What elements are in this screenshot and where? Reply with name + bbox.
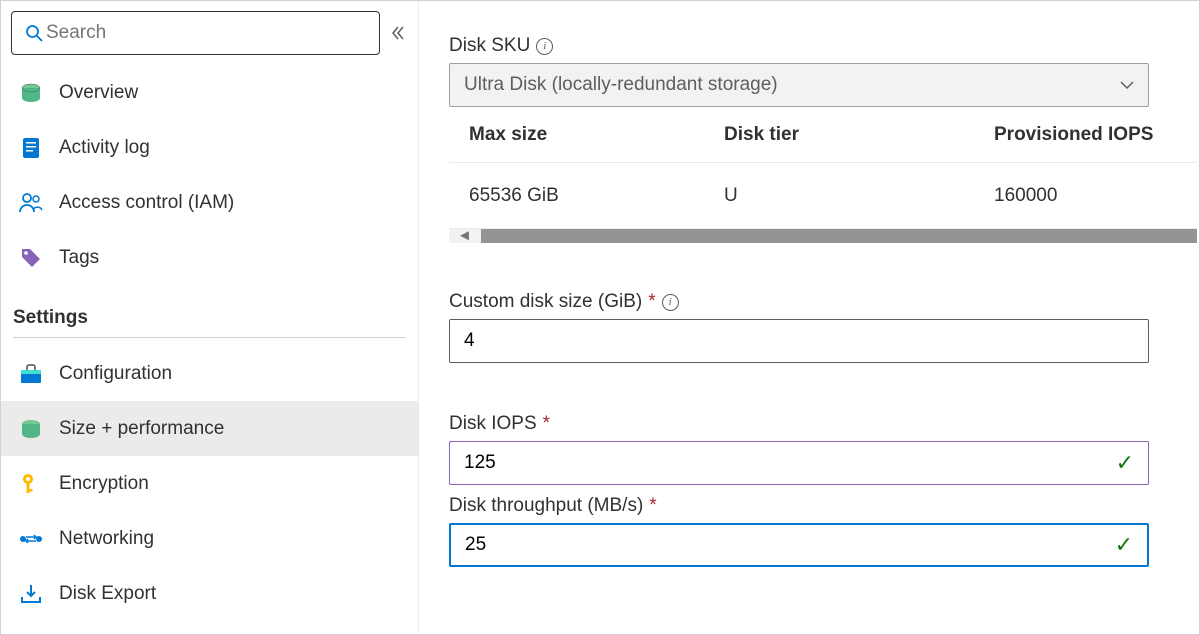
label-text: Disk IOPS xyxy=(449,413,537,435)
disk-icon xyxy=(19,417,43,441)
sidebar-item-label: Configuration xyxy=(59,363,172,385)
tag-icon xyxy=(19,246,43,270)
col-max-size: Max size xyxy=(469,124,724,146)
sku-table: Max size Disk tier Provisioned IOPS 6553… xyxy=(449,107,1197,229)
disk-icon xyxy=(19,81,43,105)
disk-sku-dropdown[interactable]: Ultra Disk (locally-redundant storage) xyxy=(449,63,1149,107)
disk-sku-label: Disk SKU i xyxy=(449,35,1194,57)
main-panel: Disk SKU i Ultra Disk (locally-redundant… xyxy=(419,1,1199,634)
sidebar-item-activity-log[interactable]: Activity log xyxy=(1,120,418,175)
cell-max-size: 65536 GiB xyxy=(469,185,724,207)
sidebar-item-size-performance[interactable]: Size + performance xyxy=(1,401,418,456)
log-icon xyxy=(19,136,43,160)
network-icon xyxy=(19,527,43,551)
sidebar-item-label: Access control (IAM) xyxy=(59,192,234,214)
sidebar-item-encryption[interactable]: Encryption xyxy=(1,456,418,511)
check-icon: ✓ xyxy=(1116,450,1134,476)
divider xyxy=(13,337,406,338)
sidebar: Overview Activity log Access control (IA… xyxy=(1,1,419,634)
sidebar-item-label: Activity log xyxy=(59,137,150,159)
chevron-down-icon xyxy=(1120,74,1134,96)
settings-header: Settings xyxy=(1,285,418,337)
search-box[interactable] xyxy=(11,11,380,55)
scroll-left-arrow[interactable]: ◄ xyxy=(457,227,472,244)
search-input[interactable] xyxy=(46,22,369,44)
sidebar-item-overview[interactable]: Overview xyxy=(1,65,418,120)
table-row[interactable]: 65536 GiB U 160000 xyxy=(449,163,1197,229)
sidebar-item-networking[interactable]: Networking xyxy=(1,511,418,566)
custom-disk-size-label: Custom disk size (GiB) * i xyxy=(449,291,1194,313)
search-icon xyxy=(22,21,46,45)
search-row xyxy=(1,11,418,65)
cell-disk-tier: U xyxy=(724,185,994,207)
sidebar-item-label: Tags xyxy=(59,247,99,269)
cell-iops: 160000 xyxy=(994,185,1177,207)
disk-throughput-label: Disk throughput (MB/s) * xyxy=(449,495,1194,517)
horizontal-scrollbar[interactable]: ◄ xyxy=(449,229,1197,243)
disk-iops-field[interactable]: ✓ xyxy=(449,441,1149,485)
collapse-sidebar-button[interactable] xyxy=(386,21,410,45)
sidebar-item-configuration[interactable]: Configuration xyxy=(1,346,418,401)
info-icon[interactable]: i xyxy=(536,38,553,55)
required-asterisk: * xyxy=(648,291,655,313)
disk-iops-input[interactable] xyxy=(464,452,1116,474)
sidebar-item-label: Disk Export xyxy=(59,583,156,605)
sidebar-item-tags[interactable]: Tags xyxy=(1,230,418,285)
custom-disk-size-input[interactable] xyxy=(449,319,1149,363)
key-icon xyxy=(19,472,43,496)
label-text: Custom disk size (GiB) xyxy=(449,291,642,313)
col-provisioned-iops: Provisioned IOPS xyxy=(994,124,1177,146)
people-icon xyxy=(19,191,43,215)
dropdown-value: Ultra Disk (locally-redundant storage) xyxy=(464,74,778,96)
table-header-row: Max size Disk tier Provisioned IOPS xyxy=(449,107,1197,163)
label-text: Disk throughput (MB/s) xyxy=(449,495,643,517)
sidebar-item-label: Networking xyxy=(59,528,154,550)
export-icon xyxy=(19,582,43,606)
col-disk-tier: Disk tier xyxy=(724,124,994,146)
check-icon: ✓ xyxy=(1115,532,1133,558)
sidebar-item-label: Overview xyxy=(59,82,138,104)
label-text: Disk SKU xyxy=(449,35,530,57)
disk-throughput-input[interactable] xyxy=(465,534,1115,556)
info-icon[interactable]: i xyxy=(662,294,679,311)
scroll-thumb[interactable] xyxy=(481,229,1197,243)
required-asterisk: * xyxy=(543,413,550,435)
sidebar-item-label: Size + performance xyxy=(59,418,224,440)
sidebar-item-label: Encryption xyxy=(59,473,149,495)
sidebar-item-iam[interactable]: Access control (IAM) xyxy=(1,175,418,230)
sidebar-item-disk-export[interactable]: Disk Export xyxy=(1,566,418,621)
disk-iops-label: Disk IOPS * xyxy=(449,413,1194,435)
disk-throughput-field[interactable]: ✓ xyxy=(449,523,1149,567)
toolbox-icon xyxy=(19,362,43,386)
required-asterisk: * xyxy=(649,495,656,517)
